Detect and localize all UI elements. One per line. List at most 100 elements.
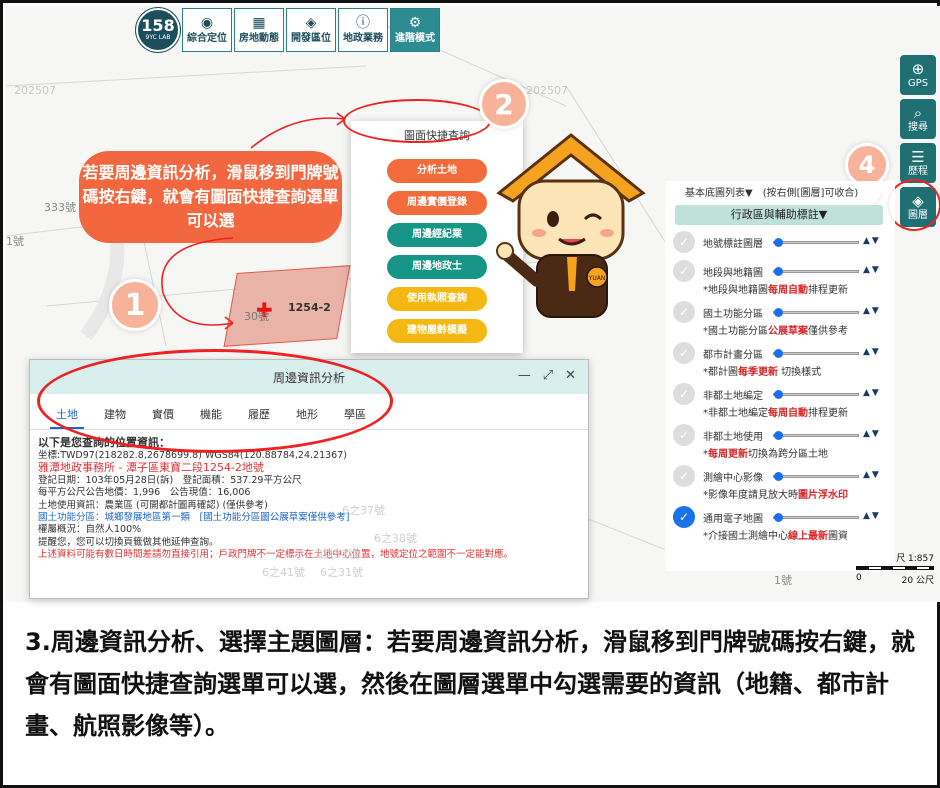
layer-panel-header[interactable]: 基本底圖列表▼ (按右側[圖層]可收合) [665, 181, 895, 199]
scale-bar [856, 566, 934, 570]
note-emphasis: 公展草案 [768, 326, 808, 337]
layer-checkbox[interactable]: ✓ [673, 383, 695, 405]
reorder-arrows-icon[interactable]: ▲▼ [863, 265, 881, 275]
layer-row: ✓ 地段與地籍圖 ▲▼ [665, 260, 895, 283]
opacity-slider[interactable] [773, 267, 859, 276]
registration-line: 登記日期：103年05月28日(訴) 登記面積：537.29平方公尺 [38, 474, 302, 486]
ownership-line: 權屬概況：自然人100% [38, 524, 142, 536]
note-text: *地段與地籍圖 [703, 285, 768, 296]
note-emphasis: 每季更新 [738, 367, 778, 378]
opacity-slider[interactable] [773, 390, 859, 399]
layer-checkbox[interactable]: ✓ [673, 506, 695, 528]
map-label: 6之37號 [342, 504, 385, 517]
reorder-arrows-icon[interactable]: ▲▼ [863, 306, 881, 316]
office-line: 雅潭地政事務所 - 潭子區東寶二段1254-2地號 [38, 461, 264, 475]
layer-checkbox[interactable]: ✓ [673, 301, 695, 323]
note-text: 切換為跨分區土地 [748, 449, 828, 460]
map-label: 6之31號 [320, 566, 363, 579]
layer-row: ✓ 都市計畫分區 ▲▼ [665, 342, 895, 365]
analysis-body: 以下是您查詢的位置資訊： 坐標:TWD97(218282.8,2678699.8… [30, 430, 588, 568]
layer-row: ✓ 通用電子地圖 ▲▼ [665, 506, 895, 529]
close-icon[interactable]: ✕ [565, 368, 576, 383]
note-text: *非都土地編定 [703, 408, 768, 419]
opacity-slider[interactable] [773, 238, 859, 247]
layer-row: ✓ 國土功能分區 ▲▼ [665, 301, 895, 324]
opacity-slider[interactable] [773, 431, 859, 440]
slider-knob[interactable] [774, 349, 783, 358]
layer-name: 地號標註圖層 [703, 239, 763, 250]
page-frame: 202507 202507 333號 1號 1號 ✚ 30號 1254-2 15… [0, 0, 940, 788]
layer-name: 都市計畫分區 [703, 350, 763, 361]
slider-knob[interactable] [774, 472, 783, 481]
layer-panel: 基本底圖列表▼ (按右側[圖層]可收合) 行政區與輔助標註▼ ✓ 地號標註圖層 ▲▼… [665, 181, 895, 571]
note-emphasis: 圖片浮水印 [798, 490, 848, 501]
note-text: *都計圖 [703, 367, 738, 378]
opacity-slider[interactable] [773, 349, 859, 358]
opacity-slider[interactable] [773, 513, 859, 522]
note-text: 僅供參考 [808, 326, 848, 337]
slider-knob[interactable] [774, 238, 783, 247]
layer-name: 測繪中心影像 [703, 473, 763, 484]
layer-name: 國土功能分區 [703, 309, 763, 320]
layer-row: ✓ 非都土地使用 ▲▼ [665, 424, 895, 447]
note-text: 圖資 [828, 531, 848, 542]
scale-ratio: 尺 1:857 [896, 554, 934, 564]
reorder-arrows-icon[interactable]: ▲▼ [863, 429, 881, 439]
slider-knob[interactable] [774, 308, 783, 317]
warning-line: 上述資料可能有數日時間差請勿直接引用；戶政門牌不一定標示在土地中心位置，地號定位… [38, 549, 514, 561]
reorder-arrows-icon[interactable]: ▲▼ [863, 470, 881, 480]
slider-knob[interactable] [774, 267, 783, 276]
layer-note: *介接國土測繪中心線上最新圖資 [665, 527, 895, 542]
layer-name: 非都土地編定 [703, 391, 763, 402]
land-use-line: 土地使用資訊：農業區 (可開都計圖再確認) (僅供參考) [38, 499, 268, 511]
layer-note: *非都土地編定每周自動排程更新 [665, 404, 895, 419]
slider-knob[interactable] [774, 390, 783, 399]
note-text: *國土功能分區 [703, 326, 768, 337]
minimize-icon[interactable]: — [518, 368, 531, 383]
layer-row: ✓ 非都土地編定 ▲▼ [665, 383, 895, 406]
price-line: 每平方公尺公告地價：1,996 公告現值：16,006 [38, 487, 251, 499]
layer-note: *影像年度請見放大時圖片浮水印 [665, 486, 895, 501]
note-text: 切換樣式 [778, 367, 822, 378]
layer-checkbox[interactable]: ✓ [673, 260, 695, 282]
window-controls: — ⤢ ✕ [518, 368, 576, 383]
note-text: 排程更新 [808, 285, 848, 296]
layer-name: 地段與地籍圖 [703, 268, 763, 279]
layer-row: ✓ 測繪中心影像 ▲▼ [665, 465, 895, 488]
layer-name: 非都土地使用 [703, 432, 763, 443]
scale-max: 20 公尺 [901, 576, 934, 586]
highlight-ellipse [37, 349, 393, 453]
reorder-arrows-icon[interactable]: ▲▼ [863, 388, 881, 398]
note-emphasis: 線上最新 [788, 531, 828, 542]
note-emphasis: 每周自動 [768, 408, 808, 419]
maximize-icon[interactable]: ⤢ [543, 368, 553, 383]
opacity-slider[interactable] [773, 472, 859, 481]
note-text: *介接國土測繪中心 [703, 531, 788, 542]
note-emphasis: 每周更新 [708, 449, 748, 460]
layer-note: *每周更新切換為跨分區土地 [665, 445, 895, 460]
tip-line: 提醒您，您可以切換頁籤做其他延伸查詢。 [38, 536, 219, 548]
layer-checkbox[interactable]: ✓ [673, 231, 695, 253]
slider-knob[interactable] [774, 431, 783, 440]
layer-row: ✓ 地號標註圖層 ▲▼ [665, 231, 895, 254]
note-text: 排程更新 [808, 408, 848, 419]
caption-text: 3.周邊資訊分析、選擇主題圖層：若要周邊資訊分析，滑鼠移到門牌號碼按右鍵，就會有… [25, 628, 915, 740]
function-zone-line: 國土功能分區：城鄉發展地區第一類 [國土功能分區圖公展草案僅供參考] [38, 512, 350, 524]
layer-checkbox[interactable]: ✓ [673, 342, 695, 364]
layer-checkbox[interactable]: ✓ [673, 465, 695, 487]
map-label: 6之33號 [316, 548, 359, 561]
layer-name: 通用電子地圖 [703, 514, 763, 525]
layer-note: *地段與地籍圖每周自動排程更新 [665, 281, 895, 296]
slider-knob[interactable] [774, 513, 783, 522]
map-label: 6之41號 [262, 566, 305, 579]
layer-checkbox[interactable]: ✓ [673, 424, 695, 446]
layer-section-toggle[interactable]: 行政區與輔助標註▼ [675, 205, 883, 225]
reorder-arrows-icon[interactable]: ▲▼ [863, 511, 881, 521]
reorder-arrows-icon[interactable]: ▲▼ [863, 236, 881, 246]
reorder-arrows-icon[interactable]: ▲▼ [863, 347, 881, 357]
layer-list: ✓ 地號標註圖層 ▲▼ ✓ 地段與地籍圖 ▲▼ *地段與地籍圖每周自動排程更新 ✓ 國土功能分區… [665, 231, 895, 542]
scale-min: 0 [856, 573, 862, 583]
map-scale: 尺 1:857 0 20 公尺 [856, 551, 938, 587]
note-emphasis: 每周自動 [768, 285, 808, 296]
opacity-slider[interactable] [773, 308, 859, 317]
